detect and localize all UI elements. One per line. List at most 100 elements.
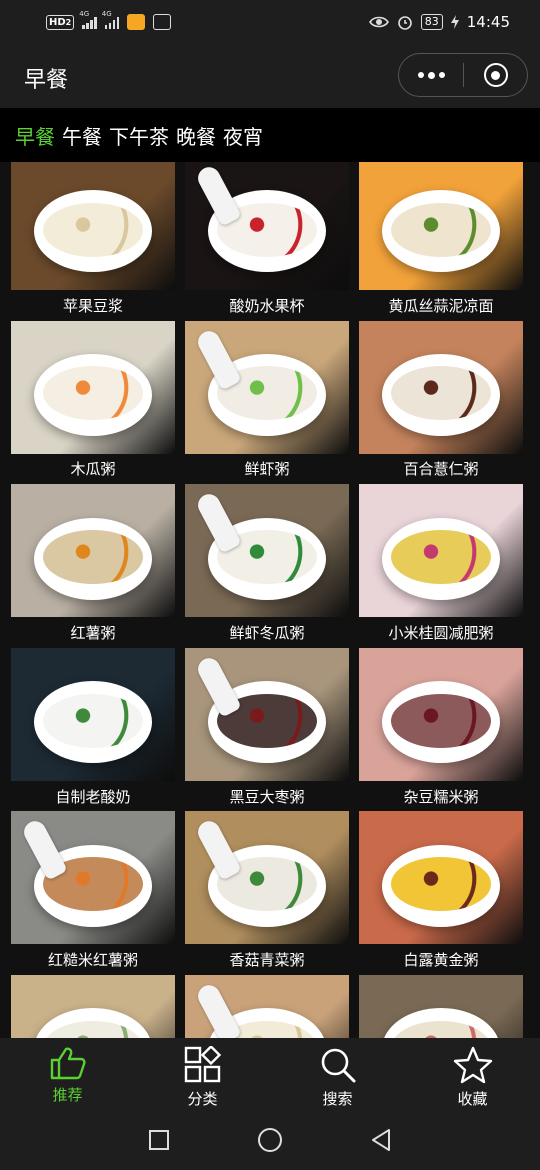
bowl-shape bbox=[34, 190, 152, 273]
recipe-thumbnail bbox=[185, 647, 349, 781]
recipe-card[interactable]: 小米桂圆减肥粥 bbox=[359, 484, 523, 648]
recipe-grid-scroll[interactable]: 苹果豆浆 酸奶水果杯 黄瓜丝蒜泥凉面木瓜粥 鲜虾粥 百合薏仁粥红薯粥 鲜虾冬瓜粥 小米桂圆减… bbox=[0, 162, 540, 1038]
close-mini-program-button[interactable] bbox=[464, 54, 527, 96]
tab-category[interactable]: 分类 bbox=[135, 1038, 270, 1110]
spoon-shape bbox=[20, 817, 68, 882]
tab-recommend-label: 推荐 bbox=[52, 1086, 83, 1104]
food-fill bbox=[43, 530, 143, 585]
charging-icon bbox=[450, 15, 459, 29]
recipe-thumbnail bbox=[185, 484, 349, 618]
recipe-thumbnail bbox=[359, 320, 523, 454]
recipe-card[interactable]: 百合薏仁粥 bbox=[359, 320, 523, 485]
dot-icon bbox=[427, 71, 435, 79]
food-fill bbox=[43, 366, 143, 421]
star-icon bbox=[453, 1046, 492, 1084]
status-bar: HD2 4G 4G 83 14:45 bbox=[0, 0, 540, 44]
bowl-shape bbox=[382, 844, 500, 927]
bowl-shape bbox=[34, 681, 152, 764]
recipe-thumbnail bbox=[359, 647, 523, 781]
recipe-card[interactable]: 鲜虾粥 bbox=[185, 320, 349, 485]
recipe-card[interactable]: 黄瓜丝蒜泥凉面 bbox=[359, 162, 523, 321]
more-menu-button[interactable] bbox=[399, 54, 463, 96]
bowl-shape bbox=[34, 354, 152, 437]
tab-3[interactable]: 晚餐 bbox=[176, 121, 216, 150]
eye-icon bbox=[368, 16, 389, 28]
spoon-shape bbox=[194, 326, 242, 391]
tab-favorites[interactable]: 收藏 bbox=[405, 1038, 540, 1110]
tab-0[interactable]: 早餐 bbox=[15, 121, 55, 150]
recipe-card[interactable]: 苹果豆浆 bbox=[11, 162, 175, 321]
food-fill bbox=[391, 1020, 491, 1038]
bowl-shape bbox=[382, 190, 500, 273]
recipe-card[interactable]: 自制老酸奶 bbox=[11, 647, 175, 812]
tab-4[interactable]: 夜宵 bbox=[223, 121, 263, 150]
meal-tabs: 早餐 午餐 下午茶 晚餐 夜宵 bbox=[0, 108, 540, 162]
recipe-thumbnail bbox=[359, 811, 523, 945]
bottom-tab-bar: 推荐 分类 搜索 收藏 bbox=[0, 1038, 540, 1110]
recipe-thumbnail bbox=[185, 162, 349, 290]
recipe-thumbnail bbox=[11, 484, 175, 618]
recipe-thumbnail bbox=[185, 811, 349, 945]
bowl-shape bbox=[34, 517, 152, 600]
category-grid-icon bbox=[184, 1046, 221, 1083]
recipe-card[interactable]: 红糙米红薯粥 bbox=[11, 811, 175, 975]
hd-badge: HD2 bbox=[46, 14, 75, 30]
recipe-thumbnail bbox=[11, 974, 175, 1038]
recipe-thumbnail bbox=[359, 484, 523, 618]
recipe-name: 鲜虾粥 bbox=[244, 460, 290, 479]
recipe-card[interactable] bbox=[11, 974, 175, 1038]
recipe-card[interactable]: 黑豆大枣粥 bbox=[185, 647, 349, 812]
recipe-thumbnail bbox=[185, 974, 349, 1038]
spoon-shape bbox=[194, 817, 242, 882]
target-close-icon bbox=[483, 63, 508, 87]
signal-2-icon: 4G bbox=[102, 10, 120, 29]
tab-recommend[interactable]: 推荐 bbox=[0, 1038, 135, 1110]
status-left: HD2 4G 4G bbox=[46, 10, 172, 30]
recipe-card[interactable]: 杂豆糯米粥 bbox=[359, 647, 523, 812]
recipe-name: 红薯粥 bbox=[70, 623, 116, 642]
recipe-name: 白露黄金粥 bbox=[403, 951, 479, 970]
spoon-shape bbox=[194, 981, 242, 1038]
spoon-shape bbox=[194, 654, 242, 718]
home-circle-icon[interactable] bbox=[257, 1127, 283, 1153]
recipe-card[interactable] bbox=[185, 974, 349, 1038]
tab-1[interactable]: 午餐 bbox=[62, 121, 102, 150]
recipe-name: 木瓜粥 bbox=[70, 460, 116, 479]
thumbs-up-icon bbox=[50, 1047, 86, 1080]
bowl-shape bbox=[382, 354, 500, 437]
recipe-thumbnail bbox=[11, 320, 175, 454]
mini-program-capsule bbox=[398, 53, 528, 97]
recipe-card[interactable]: 鲜虾冬瓜粥 bbox=[185, 484, 349, 648]
food-fill bbox=[391, 693, 491, 748]
tab-2[interactable]: 下午茶 bbox=[109, 121, 169, 150]
food-fill bbox=[391, 857, 491, 912]
recipe-card[interactable]: 木瓜粥 bbox=[11, 320, 175, 485]
tab-category-label: 分类 bbox=[187, 1090, 218, 1108]
recents-square-icon[interactable] bbox=[147, 1128, 171, 1152]
bowl-shape bbox=[382, 1008, 500, 1038]
back-triangle-icon[interactable] bbox=[369, 1128, 393, 1152]
recipe-card[interactable] bbox=[359, 974, 523, 1038]
recipe-name: 黄瓜丝蒜泥凉面 bbox=[388, 296, 494, 315]
recipe-name: 百合薏仁粥 bbox=[403, 460, 479, 479]
food-fill bbox=[391, 366, 491, 421]
recipe-name: 红糙米红薯粥 bbox=[47, 951, 138, 970]
food-fill bbox=[43, 202, 143, 257]
food-fill bbox=[391, 202, 491, 257]
recipe-card[interactable]: 香菇青菜粥 bbox=[185, 811, 349, 975]
tab-favorites-label: 收藏 bbox=[457, 1090, 488, 1108]
recipe-card[interactable]: 红薯粥 bbox=[11, 484, 175, 648]
tab-search[interactable]: 搜索 bbox=[270, 1038, 405, 1110]
tab-search-label: 搜索 bbox=[322, 1090, 353, 1108]
recipe-card[interactable]: 酸奶水果杯 bbox=[185, 162, 349, 321]
recipe-name: 自制老酸奶 bbox=[55, 787, 131, 806]
alarm-icon bbox=[397, 16, 412, 30]
search-icon bbox=[321, 1048, 355, 1083]
spoon-shape bbox=[194, 163, 242, 227]
spoon-shape bbox=[194, 490, 242, 554]
recipe-name: 小米桂圆减肥粥 bbox=[388, 623, 494, 642]
recipe-card[interactable]: 白露黄金粥 bbox=[359, 811, 523, 975]
recipe-name: 杂豆糯米粥 bbox=[403, 787, 479, 806]
recipe-thumbnail bbox=[11, 811, 175, 945]
food-fill bbox=[391, 530, 491, 585]
